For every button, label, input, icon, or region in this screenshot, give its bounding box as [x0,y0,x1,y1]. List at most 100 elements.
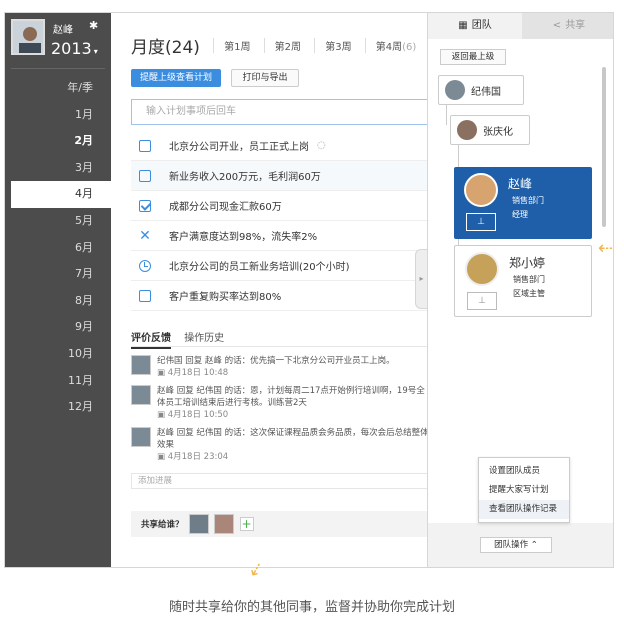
org-node[interactable]: 张庆化 [450,115,530,145]
team-panel: ▦ 团队 < 共享 返回最上级 纪伟国 张庆化 赵峰 销售部门 经理 ⊥ 郑小婷… [427,13,613,567]
member-name: 郑小婷 [509,256,546,270]
collapse-handle[interactable]: ▸ [415,249,427,309]
checkbox-icon[interactable] [131,199,159,212]
member-card-selected[interactable]: 赵峰 销售部门 经理 ⊥ [454,167,592,239]
month-item[interactable]: 7月 [5,261,111,288]
share-label: 共享给谁？ [141,520,184,530]
shared-user-avatar[interactable] [213,514,234,534]
user-avatar[interactable] [11,19,45,55]
tab-team[interactable]: ▦ 团队 [428,13,522,39]
avatar [445,80,465,100]
checkbox-icon[interactable] [131,139,159,152]
tab-week-1[interactable]: 第1周 [213,38,250,53]
status-mark [139,259,151,272]
print-export-button[interactable]: 打印与导出 [231,69,299,87]
tab-week-3[interactable]: 第3周 [314,38,352,53]
remind-manager-button[interactable]: 提醒上级查看计划 [131,69,221,87]
menu-item-set-members[interactable]: 设置团队成员 [479,462,569,481]
tab-week-4[interactable]: 第4周(6) [364,38,417,53]
period-section-label[interactable]: 年/季 [5,75,111,102]
month-item[interactable]: 10月 [5,341,111,368]
task-list: 北京分公司开业，员工正式上岗 ◌ 新业务收入200万元，毛利润60万 成都分公司现金汇… [131,131,427,311]
avatar[interactable] [131,355,151,375]
month-item[interactable]: 8月 [5,288,111,315]
task-row[interactable]: 客户重复购买率达到80% [131,281,427,311]
task-row[interactable]: 新业务收入200万元，毛利润60万 [131,161,427,191]
task-text: 客户重复购买率达到80% [169,292,282,303]
feedback-date: ▣ 4月18日 23:04 [157,451,427,463]
tab-share[interactable]: < 共享 [522,13,613,39]
divider [131,346,427,347]
share-icon: < [552,20,562,31]
back-to-top-button[interactable]: 返回最上级 [440,49,506,65]
share-bar: 共享给谁？ + [131,511,427,537]
plan-input[interactable]: 输入计划事项后回车 [131,99,427,125]
member-card[interactable]: 郑小婷 销售部门 区域主管 ⊥ [454,245,592,317]
month-item[interactable]: 4月 [11,181,111,208]
feedback-item: 赵峰 回复 纪伟国 的话：这次保证课程品质会务品质，每次会后总结整体效果 ▣ 4月… [131,427,427,463]
x-icon[interactable]: ✕ [131,229,159,243]
checkbox-icon[interactable] [131,169,159,182]
task-row[interactable]: 成都分公司现金汇款60万 [131,191,427,221]
status-mark [139,199,151,212]
gear-icon[interactable]: ✱ [89,19,98,32]
node-name: 张庆化 [483,126,513,138]
tab-history[interactable]: 操作历史 [184,329,224,347]
month-item[interactable]: 9月 [5,314,111,341]
month-item[interactable]: 11月 [5,368,111,395]
feedback-item: 纪伟国 回复 赵峰 的话：优先搞一下北京分公司开业员工上岗。 ▣ 4月18日 10… [131,355,427,379]
avatar [464,173,498,207]
decorative-arrow-icon: ⇠ [598,238,614,259]
team-icon: ▦ [458,20,468,31]
member-position: 经理 [512,210,528,219]
feedback-body: 纪伟国 回复 赵峰 的话：优先搞一下北京分公司开业员工上岗。 ▣ 4月18日 10… [157,355,395,379]
main-content: 月度(24) 第1周 第2周 第3周 第4周(6) 提醒上级查看计划 打印与导出… [111,13,427,567]
panel-tabs: ▦ 团队 < 共享 [428,13,613,39]
node-name: 纪伟国 [471,86,501,98]
shared-user-avatar[interactable] [188,514,209,534]
month-item[interactable]: 5月 [5,208,111,235]
menu-item-view-log[interactable]: 查看团队操作记录 [479,500,569,519]
month-item[interactable]: 2月 [5,128,111,155]
tab-week-2[interactable]: 第2周 [263,38,301,53]
tab-week-4-count: (6) [402,42,417,53]
feedback-date-value: 4月18日 23:04 [167,452,229,462]
tab-team-label: 团队 [471,20,492,31]
sidebar: 赵峰 ✱ 2013 ▾ 年/季 1月 2月 3月 4月 5月 6月 7月 8月 9月 10月 11月 1… [5,13,111,567]
avatar [457,120,477,140]
org-node[interactable]: 纪伟国 [438,75,524,105]
divider [11,68,105,69]
chevron-right-icon: ▸ [419,274,424,283]
tab-week-4-label: 第4周 [375,42,403,53]
task-row[interactable]: 北京分公司的员工新业务培训(20个小时) [131,251,427,281]
task-row[interactable]: 北京分公司开业，员工正式上岗 ◌ [131,131,427,161]
checkbox-icon[interactable] [131,289,159,302]
org-chart-icon[interactable]: ⊥ [466,213,496,231]
task-text: 客户满意度达到98%，流失率2% [169,232,318,243]
add-icon[interactable]: + [239,517,254,531]
org-tree: 返回最上级 纪伟国 张庆化 赵峰 销售部门 经理 ⊥ 郑小婷 销售部门 区域主管… [428,39,613,523]
clock-icon[interactable] [131,259,159,272]
feedback-text: 纪伟国 回复 赵峰 的话：优先搞一下北京分公司开业员工上岗。 [157,356,395,366]
chevron-up-icon: ⌃ [530,540,538,550]
task-row[interactable]: ✕ 客户满意度达到98%，流失率2% [131,221,427,251]
month-item[interactable]: 3月 [5,155,111,182]
month-item[interactable]: 6月 [5,235,111,262]
comment-icon[interactable]: ◌ [317,140,326,151]
month-item[interactable]: 1月 [5,102,111,129]
status-mark [139,169,151,182]
org-chart-icon[interactable]: ⊥ [467,292,497,310]
avatar[interactable] [131,427,151,447]
feedback-text: 赵峰 回复 纪伟国 的话：这次保证课程品质会务品质，每次会后总结整体效果 [157,428,427,450]
task-text: 北京分公司的员工新业务培训(20个小时) [169,262,350,273]
feedback-date: ▣ 4月18日 10:50 [157,409,427,421]
title-row: 月度(24) 第1周 第2周 第3周 第4周(6) [131,33,416,58]
team-op-button[interactable]: 团队操作 ⌃ [480,537,552,553]
member-name: 赵峰 [508,177,533,191]
add-progress-input[interactable]: 添加进展 [131,473,427,489]
scrollbar[interactable] [602,67,606,227]
avatar[interactable] [131,385,151,405]
menu-item-remind-plan[interactable]: 提醒大家写计划 [479,481,569,500]
month-item[interactable]: 12月 [5,394,111,421]
year-selector[interactable]: 2013 ▾ [51,39,98,58]
